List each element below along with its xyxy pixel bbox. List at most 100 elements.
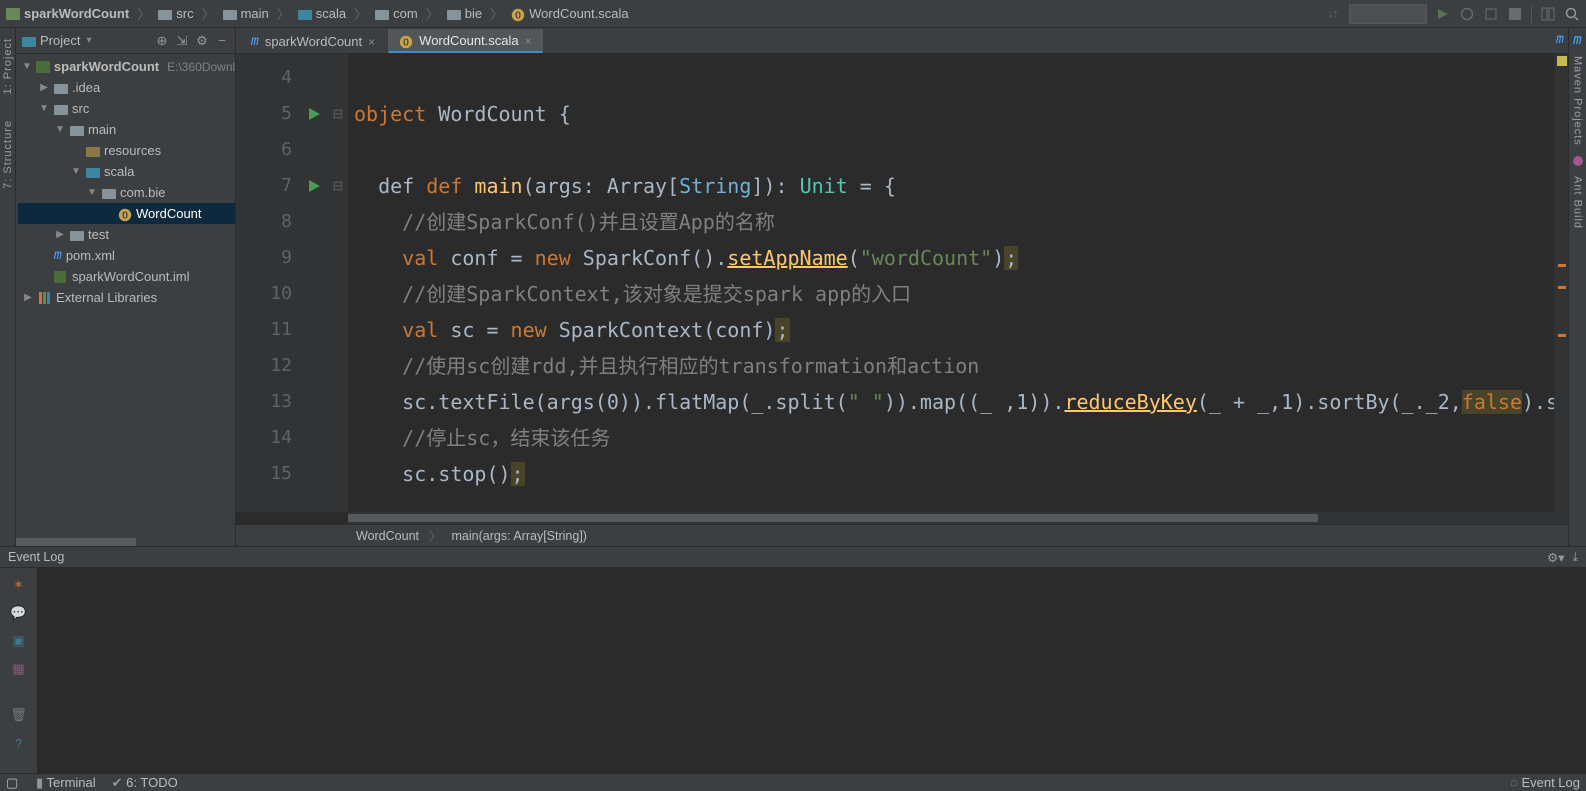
scroll-from-source-icon[interactable]: ⊕ [155, 34, 169, 48]
code-line: def def main(args: Array[String]): Unit … [354, 168, 1554, 204]
coverage-icon[interactable] [1483, 6, 1499, 22]
tool-button-quick[interactable]: ▢ [6, 775, 20, 791]
expand-icon[interactable]: ▼ [54, 124, 66, 135]
tree-row-resources[interactable]: resources [18, 140, 235, 161]
expand-icon[interactable]: ▶ [54, 229, 66, 240]
tree-row-test[interactable]: ▶ test [18, 224, 235, 245]
source-folder-icon [298, 8, 312, 20]
editor-hscrollbar[interactable] [348, 512, 1568, 524]
scala-object-icon: O [511, 8, 525, 20]
hide-icon[interactable]: − [215, 34, 229, 48]
debug-icon[interactable] [1459, 6, 1475, 22]
main-split: 1: Project 7: Structure Project ▾ ⊕ ⇲ ⚙ … [0, 28, 1586, 546]
tree-row-wordcount[interactable]: O WordCount [18, 203, 235, 224]
maven-icon[interactable]: m [1573, 32, 1581, 48]
run-gutter-icon[interactable] [300, 96, 328, 132]
tree-row-idea[interactable]: ▶ .idea [18, 77, 235, 98]
breadcrumb-method[interactable]: main(args: Array[String]) [452, 529, 587, 543]
breadcrumb-scala[interactable]: scala [298, 6, 346, 21]
expand-icon[interactable]: ▼ [70, 166, 82, 177]
toolwindow-tab-project[interactable]: 1: Project [2, 38, 14, 94]
trash-icon[interactable]: 🗑 [10, 706, 28, 724]
svg-text:O: O [403, 37, 409, 48]
warning-mark[interactable] [1558, 286, 1566, 289]
chevron-down-icon[interactable]: ▾ [86, 35, 91, 46]
eventlog-title[interactable]: Event Log [8, 550, 64, 564]
module-file-icon [54, 271, 68, 283]
expand-icon[interactable]: ▶ [38, 82, 50, 93]
project-hscrollbar[interactable] [16, 538, 235, 546]
make-icon[interactable]: ↓↑ [1325, 6, 1341, 22]
balloon-icon[interactable]: 💬 [10, 604, 28, 622]
filter-icon[interactable]: ✶ [10, 576, 28, 594]
breadcrumb-sep-icon: 〉 [277, 4, 290, 23]
fold-icon[interactable]: ⊟ [328, 96, 348, 132]
warning-mark[interactable] [1558, 334, 1566, 337]
project-structure-icon[interactable] [1540, 6, 1556, 22]
inspection-status-icon[interactable] [1557, 56, 1567, 66]
help-icon[interactable]: ? [10, 734, 28, 752]
editor-body[interactable]: 456 789 101112 131415 ⊟ ⊟ object WordCou… [236, 54, 1568, 512]
ant-icon[interactable] [1571, 154, 1585, 168]
toolwindow-tab-eventlog[interactable]: ◌ Event Log [1510, 775, 1580, 790]
scala-object-icon: O [118, 208, 132, 220]
close-tab-icon[interactable]: × [368, 35, 375, 49]
run-config-combo[interactable] [1349, 4, 1427, 24]
tree-row-scala[interactable]: ▼ scala [18, 161, 235, 182]
fold-icon[interactable]: ⊟ [328, 168, 348, 204]
line-number-gutter: 456 789 101112 131415 [236, 54, 300, 512]
toolwindow-tab-ant[interactable]: Ant Build [1572, 176, 1584, 229]
project-panel-header: Project ▾ ⊕ ⇲ ⚙ − [16, 28, 235, 54]
breadcrumb-com[interactable]: com [375, 6, 418, 21]
tree-row-iml[interactable]: sparkWordCount.iml [18, 266, 235, 287]
package-icon [102, 187, 116, 199]
search-icon[interactable] [1564, 6, 1580, 22]
package-icon [375, 8, 389, 20]
expand-icon[interactable]: ▶ [22, 292, 34, 303]
tree-row-main[interactable]: ▼ main [18, 119, 235, 140]
toolwindow-tab-maven[interactable]: Maven Projects [1572, 56, 1584, 146]
run-icon[interactable] [1435, 6, 1451, 22]
breadcrumb-root[interactable]: sparkWordCount [6, 6, 129, 21]
context-icon[interactable]: ▦ [10, 660, 28, 678]
code-line: //使用sc创建rdd,并且执行相应的transformation和action [354, 348, 1554, 384]
code-line: //创建SparkContext,该对象是提交spark app的入口 [354, 276, 1554, 312]
mark-read-icon[interactable]: ▣ [10, 632, 28, 650]
folder-icon [70, 124, 84, 136]
tree-row-root[interactable]: ▼ sparkWordCount E:\360Downl [18, 56, 235, 77]
tree-row-package[interactable]: ▼ com.bie [18, 182, 235, 203]
tree-row-pom[interactable]: m pom.xml [18, 245, 235, 266]
error-stripe[interactable] [1554, 54, 1568, 512]
breadcrumb-sep-icon: 〉 [426, 4, 439, 23]
module-icon [6, 8, 20, 20]
toolwindow-tab-terminal[interactable]: ▮ Terminal [36, 775, 96, 791]
expand-icon[interactable]: ▼ [22, 61, 32, 72]
stop-icon[interactable] [1507, 6, 1523, 22]
libraries-icon [38, 292, 52, 304]
breadcrumb-main[interactable]: main [223, 6, 269, 21]
toolwindow-tab-structure[interactable]: 7: Structure [2, 120, 14, 189]
breadcrumb-bie[interactable]: bie [447, 6, 482, 21]
hide-icon[interactable]: ⤓ [1572, 550, 1578, 565]
breadcrumb-class[interactable]: WordCount [356, 529, 419, 543]
breadcrumb-file[interactable]: O WordCount.scala [511, 6, 628, 21]
code-content[interactable]: object WordCount { def def main(args: Ar… [348, 54, 1554, 512]
close-tab-icon[interactable]: × [525, 34, 532, 48]
run-gutter-icon[interactable] [300, 168, 328, 204]
editor-tab-wordcount[interactable]: O WordCount.scala × [388, 29, 543, 53]
settings-icon[interactable]: ⚙ [195, 34, 209, 48]
settings-icon[interactable]: ⚙▾ [1547, 550, 1564, 565]
svg-text:O: O [515, 10, 521, 21]
project-tree[interactable]: ▼ sparkWordCount E:\360Downl ▶ .idea ▼ s… [16, 54, 235, 538]
eventlog-content[interactable] [38, 568, 1586, 773]
breadcrumb-src[interactable]: src [158, 6, 193, 21]
collapse-all-icon[interactable]: ⇲ [175, 34, 189, 48]
toolwindow-tab-todo[interactable]: ✔ 6: TODO [112, 775, 178, 791]
breadcrumb-sep-icon: 〉 [429, 526, 442, 545]
expand-icon[interactable]: ▼ [86, 187, 98, 198]
warning-mark[interactable] [1558, 264, 1566, 267]
tree-row-external-libs[interactable]: ▶ External Libraries [18, 287, 235, 308]
expand-icon[interactable]: ▼ [38, 103, 50, 114]
tree-row-src[interactable]: ▼ src [18, 98, 235, 119]
editor-tab-module[interactable]: m sparkWordCount × [240, 29, 386, 53]
